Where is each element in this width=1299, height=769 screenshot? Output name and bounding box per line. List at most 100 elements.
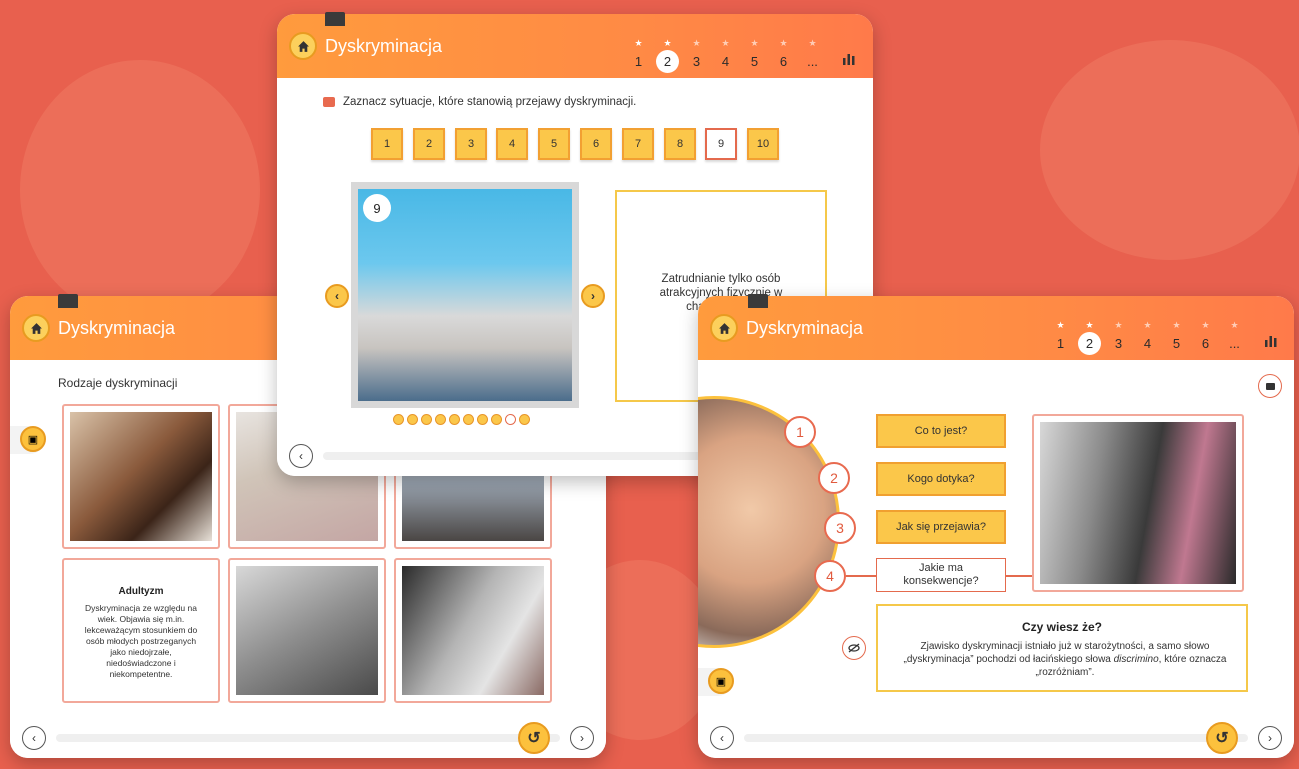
step-5[interactable]: ★ 5 (1165, 320, 1188, 355)
info-card-title: Adultyzm (118, 586, 164, 597)
slide-prev-button[interactable]: ‹ (325, 284, 349, 308)
slide-next-button[interactable]: › (581, 284, 605, 308)
info-card-body: Dyskryminacja ze względu na wiek. Objawi… (84, 603, 198, 679)
number-button-4[interactable]: 4 (496, 128, 528, 160)
hand-photo-circle (698, 396, 840, 648)
home-icon (297, 40, 309, 52)
instruction: Zaznacz sytuacje, które stanowią przejaw… (323, 96, 636, 108)
progress-track (56, 734, 560, 742)
slide-dot[interactable] (519, 414, 530, 425)
step-1[interactable]: ★ 1 (627, 38, 650, 73)
next-button[interactable]: › (1258, 726, 1282, 750)
number-button-5[interactable]: 5 (538, 128, 570, 160)
step-6[interactable]: ★ 6 (1194, 320, 1217, 355)
number-button-6[interactable]: 6 (580, 128, 612, 160)
slide-dot[interactable] (421, 414, 432, 425)
info-card[interactable]: Adultyzm Dyskryminacja ze względu na wie… (62, 558, 220, 703)
background-blob (20, 60, 260, 320)
step-more[interactable]: ★... (801, 38, 824, 73)
home-icon (30, 322, 42, 334)
next-button[interactable]: › (570, 726, 594, 750)
slide-dot[interactable] (449, 414, 460, 425)
home-button[interactable] (22, 314, 50, 342)
connector-line (846, 575, 876, 577)
home-button[interactable] (289, 32, 317, 60)
page-title: Dyskryminacja (746, 318, 864, 338)
step-nav: ★ 1 ★ 2 ★ 3 ★ 4 ★ 5 ★ 6 ★... (1049, 320, 1246, 355)
home-button[interactable] (710, 314, 738, 342)
slide-dots (393, 414, 530, 425)
comment-icon (1265, 382, 1275, 390)
step-more[interactable]: ★... (1223, 320, 1246, 355)
step-4[interactable]: ★ 4 (1136, 320, 1159, 355)
comment-button[interactable] (1258, 374, 1282, 398)
character-icon[interactable]: ▣ (708, 668, 734, 694)
character-tab-icon (748, 294, 768, 308)
stats-icon[interactable] (842, 52, 856, 68)
slide-photo-couple (358, 189, 572, 401)
home-icon (718, 322, 730, 334)
fact-text: Zjawisko dyskryminacji istniało już w st… (903, 641, 1227, 678)
prev-button[interactable]: ‹ (22, 726, 46, 750)
character-icon[interactable]: ▣ (20, 426, 46, 452)
question-what-is-it[interactable]: Co to jest? (876, 414, 1006, 448)
slide-frame: 9 (351, 182, 579, 408)
speech-bubble-icon (323, 97, 335, 107)
step-2[interactable]: ★ 2 (656, 38, 679, 73)
character-tab-icon (58, 294, 78, 308)
number-button-3[interactable]: 3 (455, 128, 487, 160)
slide-dot[interactable] (477, 414, 488, 425)
prev-button[interactable]: ‹ (710, 726, 734, 750)
slide-dot[interactable] (393, 414, 404, 425)
number-button-8[interactable]: 8 (664, 128, 696, 160)
eye-off-icon (848, 643, 860, 653)
footer: ‹ ↺ › (698, 714, 1294, 758)
number-button-2[interactable]: 2 (413, 128, 445, 160)
slide-dot[interactable] (491, 414, 502, 425)
number-button-10[interactable]: 10 (747, 128, 779, 160)
step-3[interactable]: ★ 3 (685, 38, 708, 73)
image-card-wheelchair[interactable] (228, 558, 386, 703)
footer: ‹ ↺ › (10, 714, 606, 758)
question-consequences[interactable]: Jakie ma konsekwencje? (876, 558, 1006, 592)
circle-number-4[interactable]: 4 (814, 560, 846, 592)
fact-box: Czy wiesz że? Zjawisko dyskryminacji ist… (876, 604, 1248, 692)
window-right: Dyskryminacja ★ 1 ★ 2 ★ 3 ★ 4 ★ 5 ★ 6 ★... 1 2… (698, 296, 1294, 758)
section-label: Rodzaje dyskryminacji (58, 376, 178, 390)
step-6[interactable]: ★ 6 (772, 38, 795, 73)
connector-line (1006, 575, 1032, 577)
step-1[interactable]: ★ 1 (1049, 320, 1072, 355)
image-card-woman-bw[interactable] (394, 558, 552, 703)
page-title: Dyskryminacja (325, 36, 443, 56)
number-button-9[interactable]: 9 (705, 128, 737, 160)
prev-button[interactable]: ‹ (289, 444, 313, 468)
photo-sad-girl (1032, 414, 1244, 592)
slide-dot[interactable] (407, 414, 418, 425)
window-header: Dyskryminacja ★ 1 ★ 2 ★ 3 ★ 4 ★ 5 ★ 6 ★... (698, 296, 1294, 360)
circle-number-3[interactable]: 3 (824, 512, 856, 544)
hide-toggle-button[interactable] (842, 636, 866, 660)
progress-track (744, 734, 1248, 742)
number-button-1[interactable]: 1 (371, 128, 403, 160)
number-button-7[interactable]: 7 (622, 128, 654, 160)
window-header: Dyskryminacja ★ 1 ★ 2 ★ 3 ★ 4 ★ 5 ★ 6 ★... (277, 14, 873, 78)
fact-title: Czy wiesz że? (1021, 620, 1103, 634)
question-who-affects[interactable]: Kogo dotyka? (876, 462, 1006, 496)
character-tab-icon (325, 12, 345, 26)
slide-dot[interactable] (435, 414, 446, 425)
question-how-manifests[interactable]: Jak się przejawia? (876, 510, 1006, 544)
page-title: Dyskryminacja (58, 318, 176, 338)
circle-number-1[interactable]: 1 (784, 416, 816, 448)
step-2[interactable]: ★ 2 (1078, 320, 1101, 355)
slide-badge: 9 (363, 194, 391, 222)
step-5[interactable]: ★ 5 (743, 38, 766, 73)
reset-button[interactable]: ↺ (518, 722, 550, 754)
step-4[interactable]: ★ 4 (714, 38, 737, 73)
circle-number-2[interactable]: 2 (818, 462, 850, 494)
slide-dot[interactable] (463, 414, 474, 425)
step-3[interactable]: ★ 3 (1107, 320, 1130, 355)
stats-icon[interactable] (1264, 334, 1278, 350)
image-card-hands[interactable] (62, 404, 220, 549)
reset-button[interactable]: ↺ (1206, 722, 1238, 754)
slide-dot-active[interactable] (505, 414, 516, 425)
